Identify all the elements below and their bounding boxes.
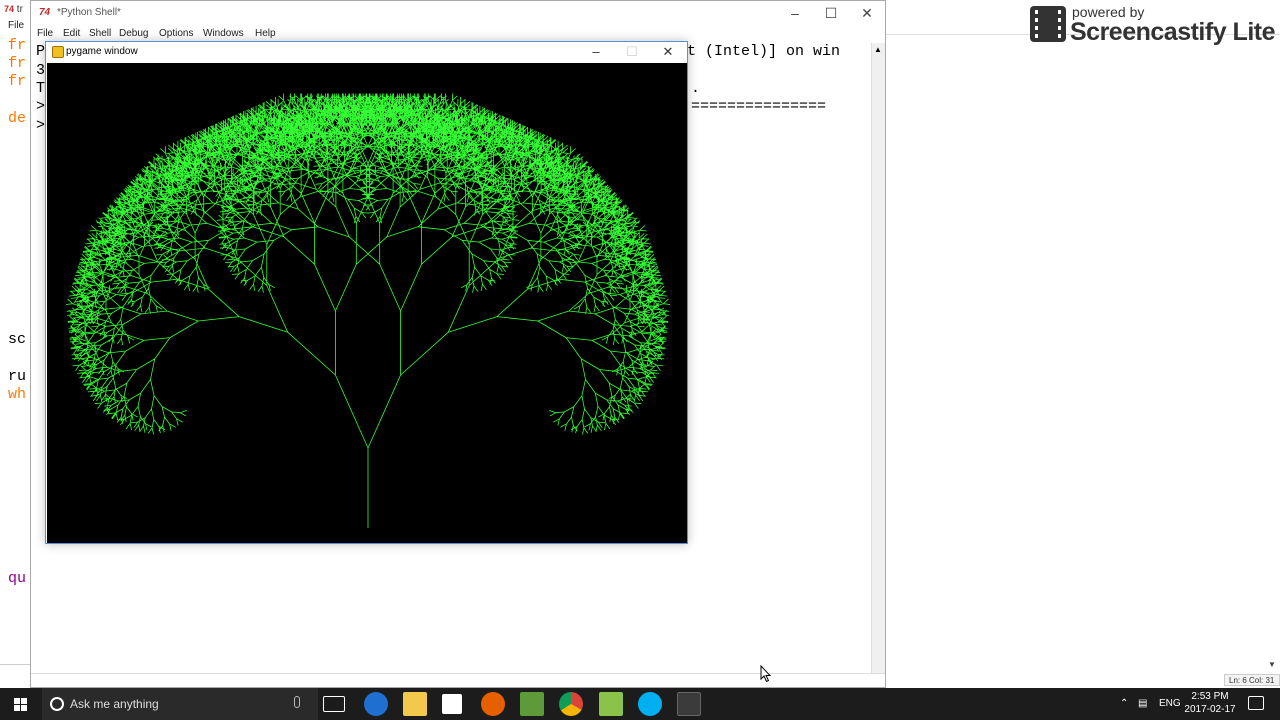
file-explorer-icon[interactable]: [403, 692, 427, 716]
desktop: 74 tr File fr fr fr de sc ru wh qu 74 *P…: [0, 0, 1280, 688]
scroll-up-arrow-icon[interactable]: ▲: [874, 45, 882, 54]
idle-editor-window[interactable]: 74 tr File fr fr fr de sc ru wh qu: [0, 0, 32, 688]
code-line: wh: [8, 386, 27, 403]
minecraft-icon[interactable]: [520, 692, 544, 716]
mouse-cursor-icon: [760, 665, 772, 683]
shell-prompt: >: [36, 117, 46, 134]
code-line: fr: [8, 55, 27, 72]
language-indicator[interactable]: ENG: [1159, 688, 1181, 720]
pygame-window[interactable]: pygame window – ☐ ✕: [45, 41, 688, 544]
shell-title: *Python Shell*: [57, 7, 121, 18]
skype-icon[interactable]: [638, 692, 662, 716]
pygame-canvas[interactable]: [47, 63, 687, 543]
editor-statusbar: [0, 664, 32, 674]
pygame-titlebar[interactable]: pygame window – ☐ ✕: [46, 42, 687, 62]
menu-file[interactable]: File: [37, 28, 53, 39]
editor-titlebar[interactable]: 74 tr: [0, 0, 32, 18]
fractal-tree-drawing: [65, 93, 671, 528]
task-view-icon[interactable]: [323, 696, 345, 712]
show-hidden-icons-chevron-icon[interactable]: ⌃: [1120, 688, 1128, 720]
close-button[interactable]: ✕: [650, 42, 686, 62]
minimize-button[interactable]: –: [777, 1, 813, 25]
menu-shell[interactable]: Shell: [89, 28, 111, 39]
shell-titlebar[interactable]: 74 *Python Shell* – ☐ ✕: [31, 1, 885, 25]
action-center-icon[interactable]: [1248, 696, 1264, 710]
maximize-button: ☐: [626, 44, 638, 59]
clock-time: 2:53 PM: [1191, 691, 1229, 702]
shell-scrollbar[interactable]: ▲: [871, 43, 885, 673]
notepad-plus-icon[interactable]: [599, 692, 623, 716]
editor-title-text: tr: [16, 4, 23, 15]
cortana-search-box[interactable]: Ask me anything: [42, 688, 318, 720]
scroll-down-arrow-icon[interactable]: ▼: [1268, 660, 1276, 669]
maximize-button[interactable]: ☐: [813, 1, 849, 25]
watermark-brand: Screencastify Lite: [1070, 18, 1276, 46]
shell-line: P: [36, 43, 46, 60]
menu-debug[interactable]: Debug: [119, 28, 148, 39]
microphone-icon[interactable]: [294, 696, 300, 708]
code-line: fr: [8, 73, 27, 90]
windows-logo-icon: [14, 698, 27, 711]
edge-icon[interactable]: [364, 692, 388, 716]
shell-statusbar: [31, 673, 885, 687]
clock-date: 2017-02-17: [1184, 704, 1236, 715]
start-button[interactable]: [0, 688, 42, 720]
minimize-button[interactable]: –: [578, 42, 614, 62]
code-line: qu: [8, 570, 27, 587]
menu-options[interactable]: Options: [159, 28, 193, 39]
close-button[interactable]: ✕: [849, 1, 885, 25]
editor-menu-file[interactable]: File: [0, 18, 32, 34]
pygame-snake-icon: [52, 46, 64, 58]
system-clock[interactable]: 2:53 PM 2017-02-17: [1180, 690, 1240, 718]
idle-app-icon: 74: [39, 7, 51, 18]
search-placeholder: Ask me anything: [70, 697, 159, 711]
shell-line: 3: [36, 62, 46, 79]
shell-line: .: [691, 80, 701, 97]
code-line: fr: [8, 37, 27, 54]
python-idle-taskbar-icon[interactable]: [677, 692, 701, 716]
idle-app-icon: 74: [4, 4, 15, 14]
cortana-icon: [50, 697, 64, 711]
menu-help[interactable]: Help: [255, 28, 276, 39]
film-icon: [1030, 6, 1066, 42]
shell-prompt: >: [36, 98, 46, 115]
firefox-icon[interactable]: [481, 692, 505, 716]
shell-line: T: [36, 80, 46, 97]
code-line: sc: [8, 331, 27, 348]
cursor-position-status: Ln: 6 Col: 31: [1224, 674, 1280, 686]
taskbar: Ask me anything ⌃ ▤ ENG 2:53 PM 2017-02-…: [0, 688, 1280, 720]
screencastify-watermark: powered by Screencastify Lite: [1030, 4, 1280, 46]
shell-line: ===============: [691, 98, 827, 115]
menu-edit[interactable]: Edit: [63, 28, 80, 39]
pygame-title: pygame window: [66, 46, 138, 57]
chrome-icon[interactable]: [559, 692, 583, 716]
code-line: de: [8, 110, 27, 127]
shell-line: t (Intel)] on win: [687, 43, 841, 60]
network-icon[interactable]: ▤: [1138, 688, 1147, 720]
store-icon[interactable]: [442, 694, 462, 714]
code-line: ru: [8, 368, 27, 385]
menu-windows[interactable]: Windows: [203, 28, 244, 39]
tree-branches: [65, 93, 671, 528]
